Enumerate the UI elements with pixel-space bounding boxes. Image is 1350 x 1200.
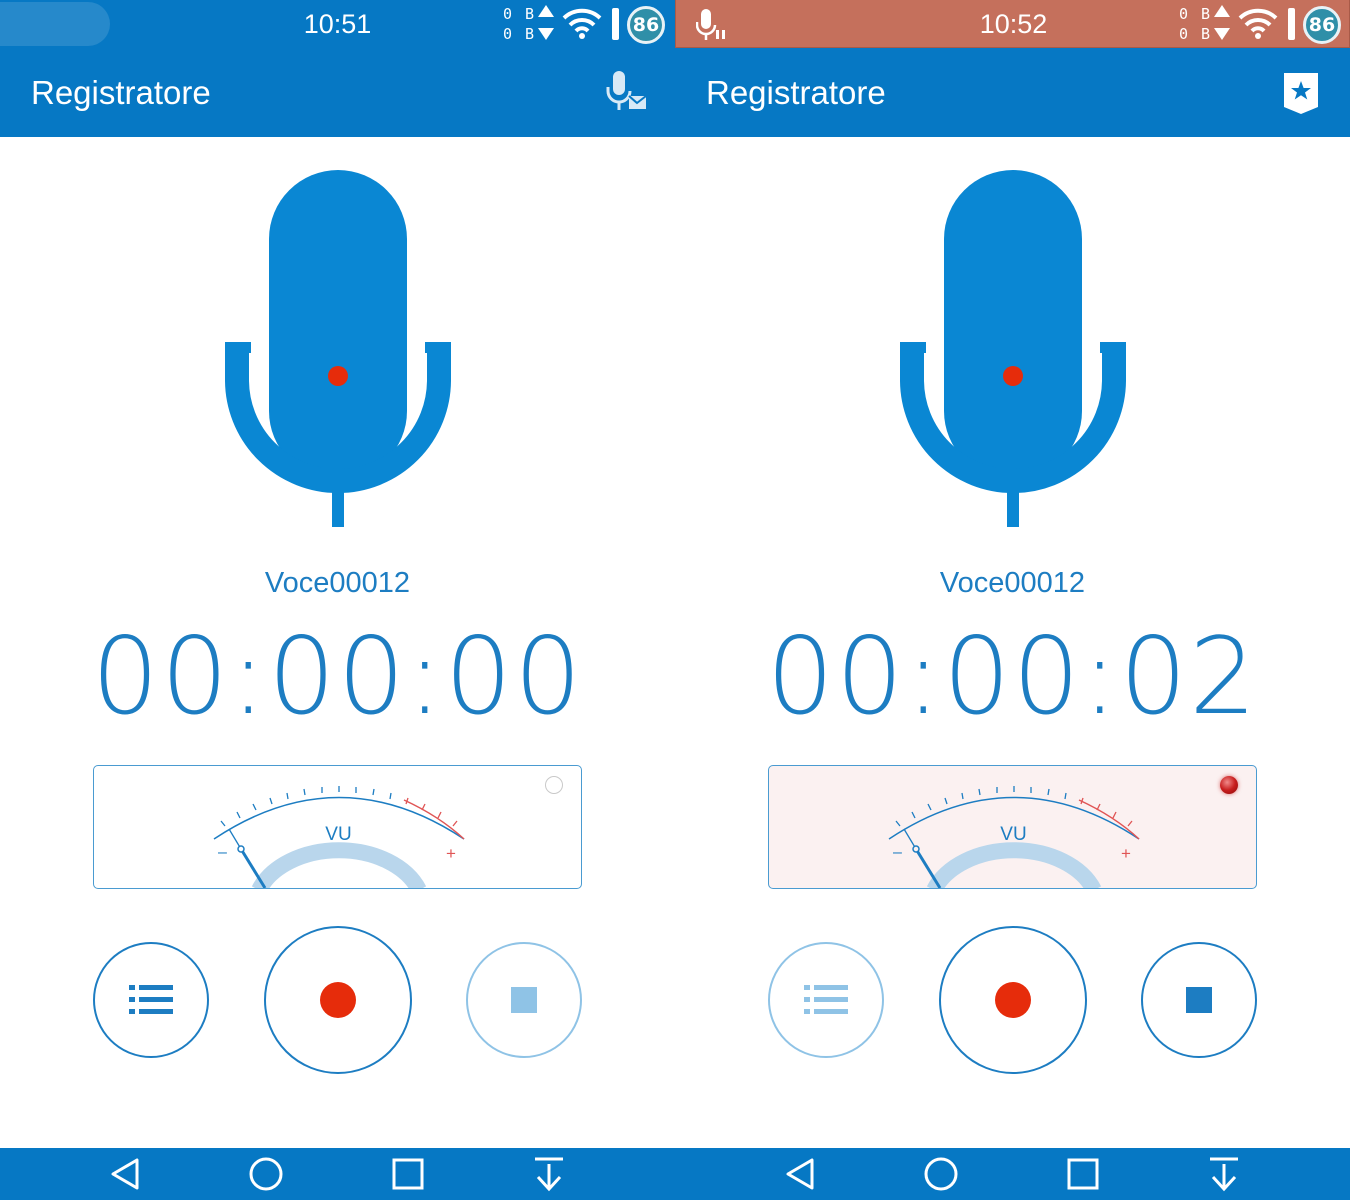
status-bar: 10:52 0 B 0 B 86 xyxy=(675,0,1350,48)
notification-badge: 86 xyxy=(1303,6,1341,44)
net-up-value: 0 B xyxy=(503,5,537,23)
battery-icon xyxy=(1288,8,1295,40)
stop-button[interactable] xyxy=(466,942,582,1058)
recents-icon[interactable] xyxy=(388,1156,428,1192)
app-bar: Registratore xyxy=(0,48,675,137)
screenshot-root: 10:51 0 B 0 B 86 Registratore Voce00012 … xyxy=(0,0,1350,1200)
back-icon[interactable] xyxy=(780,1156,820,1192)
record-dot-icon xyxy=(995,982,1031,1018)
vu-minus: – xyxy=(893,844,902,861)
net-arrows-icon xyxy=(538,5,554,40)
screen-recording: 10:52 0 B 0 B 86 Registratore Voce00012 … xyxy=(675,0,1350,1148)
battery-icon xyxy=(612,8,619,40)
net-down-value: 0 B xyxy=(503,25,537,43)
network-speed: 0 B 0 B xyxy=(503,4,536,44)
wifi-icon xyxy=(1238,8,1278,39)
notification-pull-icon[interactable] xyxy=(1204,1156,1244,1192)
record-button[interactable] xyxy=(264,926,412,1074)
vu-meter: – + VU xyxy=(768,765,1257,889)
app-bar: Registratore xyxy=(675,48,1350,137)
list-icon xyxy=(804,985,848,1014)
microphone-icon xyxy=(225,170,451,527)
screen-idle: 10:51 0 B 0 B 86 Registratore Voce00012 … xyxy=(0,0,675,1148)
vu-led-indicator xyxy=(545,776,563,794)
navigation-bar xyxy=(0,1148,1350,1200)
vu-label: VU xyxy=(1000,824,1027,845)
record-dot-icon xyxy=(320,982,356,1018)
wifi-icon xyxy=(562,8,602,39)
stop-icon xyxy=(511,987,537,1013)
home-icon[interactable] xyxy=(921,1156,961,1192)
mic-stop-icon[interactable] xyxy=(599,66,653,120)
status-bar: 10:51 0 B 0 B 86 xyxy=(0,0,675,48)
vu-plus: + xyxy=(1121,844,1131,863)
recording-name: Voce00012 xyxy=(939,567,1086,599)
vu-label: VU xyxy=(325,824,352,845)
recordings-list-button[interactable] xyxy=(768,942,884,1058)
vu-plus: + xyxy=(446,844,456,863)
recents-icon[interactable] xyxy=(1063,1156,1103,1192)
recording-name: Voce00012 xyxy=(264,567,411,599)
vu-meter: – + VU xyxy=(93,765,582,889)
app-title: Registratore xyxy=(31,74,211,111)
record-button[interactable] xyxy=(939,926,1087,1074)
notification-badge: 86 xyxy=(627,6,665,44)
bookmark-star-icon[interactable] xyxy=(1274,66,1328,120)
back-icon[interactable] xyxy=(105,1156,145,1192)
home-icon[interactable] xyxy=(246,1156,286,1192)
vu-led-indicator xyxy=(1220,776,1238,794)
notification-pull-icon[interactable] xyxy=(529,1156,569,1192)
microphone-icon xyxy=(900,170,1126,527)
net-down-value: 0 B xyxy=(1179,25,1213,43)
stop-button[interactable] xyxy=(1141,942,1257,1058)
vu-minus: – xyxy=(218,844,227,861)
elapsed-timer: 00:00:02 xyxy=(766,615,1259,738)
net-arrows-icon xyxy=(1214,5,1230,40)
recordings-list-button[interactable] xyxy=(93,942,209,1058)
elapsed-timer: 00:00:00 xyxy=(91,615,584,738)
net-up-value: 0 B xyxy=(1179,5,1213,23)
stop-icon xyxy=(1186,987,1212,1013)
list-icon xyxy=(129,985,173,1014)
network-speed: 0 B 0 B xyxy=(1179,4,1212,44)
app-title: Registratore xyxy=(706,74,886,111)
